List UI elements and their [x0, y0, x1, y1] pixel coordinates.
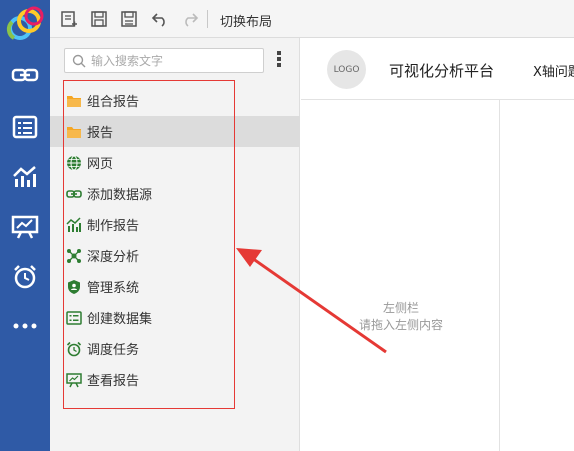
shield-icon — [66, 279, 82, 295]
menu-dot — [277, 51, 281, 55]
link-icon — [66, 186, 82, 202]
logo-placeholder: LOGO — [327, 50, 366, 89]
app-logo — [6, 6, 44, 40]
toolbar: 切换布局 — [50, 0, 574, 38]
icon-sidebar — [0, 0, 50, 451]
list-icon — [66, 310, 82, 326]
globe-icon — [66, 155, 82, 171]
save-button[interactable] — [88, 8, 110, 30]
presentation-icon — [66, 372, 82, 388]
presentation-icon — [11, 215, 39, 239]
switch-layout-button[interactable]: 切换布局 — [220, 11, 272, 30]
more-icon — [13, 323, 37, 329]
tree-item-label: 制作报告 — [87, 219, 140, 234]
schedule-nav-button[interactable] — [8, 262, 42, 292]
resource-panel: 组合报告 报告 网页 添加数据源 制作报告 深度分析 管理系统 创建数据集 — [50, 38, 300, 451]
report-header: LOGO 可视化分析平台 X轴问题 — [301, 38, 574, 100]
menu-dot — [277, 63, 281, 67]
search-input[interactable] — [91, 52, 259, 70]
network-icon — [66, 248, 82, 264]
tree-item-label: 组合报告 — [87, 95, 140, 110]
list-icon — [12, 115, 38, 139]
chart-icon — [66, 216, 82, 233]
tree-item-label: 深度分析 — [87, 250, 140, 265]
new-report-icon — [61, 11, 77, 27]
tree-item-label: 查看报告 — [87, 374, 140, 389]
chart-icon — [13, 166, 36, 187]
menu-dot — [277, 57, 281, 61]
save-as-button[interactable] — [118, 8, 140, 30]
more-nav-button[interactable] — [8, 311, 42, 341]
tree-item-webpage[interactable]: 网页 — [50, 147, 300, 178]
drop-zone-hint: 左侧栏 请拖入左侧内容 — [341, 300, 461, 334]
folder-icon — [66, 124, 82, 140]
resource-tree: 组合报告 报告 网页 添加数据源 制作报告 深度分析 管理系统 创建数据集 调度… — [50, 85, 300, 395]
tree-item-make-report[interactable]: 制作报告 — [50, 209, 300, 240]
tree-item-manage-system[interactable]: 管理系统 — [50, 271, 300, 302]
undo-button[interactable] — [149, 8, 171, 30]
undo-icon — [151, 13, 165, 27]
new-report-button[interactable] — [58, 8, 80, 30]
alarm-icon — [14, 265, 36, 289]
save-as-icon — [121, 11, 137, 27]
tree-item-combined-report[interactable]: 组合报告 — [50, 85, 300, 116]
page-title: 可视化分析平台 — [389, 62, 495, 80]
make-report-nav-button[interactable] — [8, 162, 42, 192]
axis-label: X轴问题 — [533, 65, 574, 80]
drop-zone-title: 左侧栏 — [382, 301, 419, 315]
tree-item-add-datasource[interactable]: 添加数据源 — [50, 178, 300, 209]
tree-item-label: 管理系统 — [87, 281, 140, 296]
tree-item-create-dataset[interactable]: 创建数据集 — [50, 302, 300, 333]
redo-button[interactable] — [179, 8, 201, 30]
toolbar-divider — [207, 10, 208, 28]
view-report-nav-button[interactable] — [8, 212, 42, 242]
drop-zone-text: 请拖入左侧内容 — [358, 318, 443, 332]
tree-item-report[interactable]: 报告 — [50, 116, 300, 147]
panel-menu-button[interactable] — [274, 51, 284, 69]
tree-item-label: 网页 — [87, 157, 114, 172]
tree-item-label: 创建数据集 — [87, 312, 153, 327]
tree-item-label: 调度任务 — [87, 343, 140, 358]
main-canvas: LOGO 可视化分析平台 X轴问题 左侧栏 请拖入左侧内容 — [301, 38, 574, 451]
column-divider — [499, 100, 500, 451]
folder-icon — [66, 93, 82, 109]
redo-icon — [185, 13, 199, 27]
link-icon — [11, 68, 39, 82]
alarm-icon — [66, 341, 82, 357]
dataset-nav-button[interactable] — [8, 112, 42, 142]
tree-item-label: 报告 — [87, 126, 114, 141]
tree-item-deep-analysis[interactable]: 深度分析 — [50, 240, 300, 271]
save-icon — [91, 11, 107, 27]
tree-item-schedule-task[interactable]: 调度任务 — [50, 333, 300, 364]
search-box — [64, 48, 264, 73]
tree-item-view-report[interactable]: 查看报告 — [50, 364, 300, 395]
search-icon — [72, 54, 86, 68]
tree-item-label: 添加数据源 — [87, 188, 153, 203]
data-source-nav-button[interactable] — [8, 60, 42, 90]
